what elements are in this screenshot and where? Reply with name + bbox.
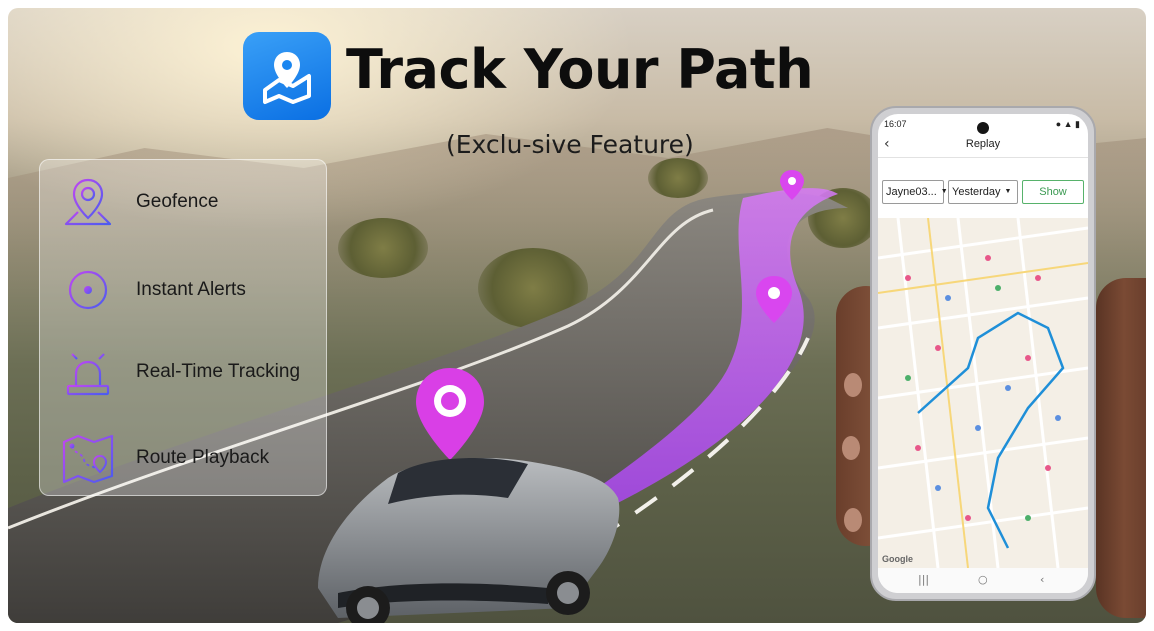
hero-banner: Track Your Path (Exclu-sive Feature) Geo… [8,8,1146,623]
crosshair-icon [64,266,112,314]
vehicle-dropdown-value: Jayne03... [886,186,937,198]
back-nav-icon[interactable]: ‹ [1040,573,1044,586]
feature-geofence: Geofence [40,172,328,232]
fingernail [844,373,862,397]
feature-label: Real-Time Tracking [136,361,301,382]
phone-screen: 16:07 ● ▲ ▮ ‹ Replay Jayne03... ▼ Yesterd… [878,114,1088,593]
route-map[interactable]: Google [878,218,1088,568]
geofence-pin-icon [64,178,112,226]
feature-route-playback: Route Playback [40,428,328,488]
app-bar: ‹ Replay [878,132,1088,158]
map-attribution: Google [882,554,913,564]
alarm-light-icon [66,348,110,396]
system-nav-bar: ||| ○ ‹ [878,568,1088,593]
status-time: 16:07 [884,119,907,129]
hand-holding-phone [1096,278,1146,618]
map-canvas [878,218,1088,568]
replay-controls: Jayne03... ▼ Yesterday ▼ Show [878,158,1088,218]
caret-down-icon: ▼ [1004,188,1012,196]
home-icon[interactable]: ○ [978,573,988,586]
route-map-icon [62,434,114,484]
recents-icon[interactable]: ||| [918,573,929,586]
show-button[interactable]: Show [1022,180,1084,204]
feature-label: Route Playback [136,447,270,468]
fingernail [842,436,860,460]
smartphone: 16:07 ● ▲ ▮ ‹ Replay Jayne03... ▼ Yesterd… [870,106,1096,601]
feature-instant-alerts: Instant Alerts [40,260,328,320]
feature-label: Geofence [136,191,219,212]
vehicle-dropdown[interactable]: Jayne03... ▼ [882,180,948,204]
page-subtitle: (Exclu-sive Feature) [446,130,694,159]
app-logo-map-pin-icon [243,32,331,120]
caret-down-icon: ▼ [940,188,948,196]
date-dropdown-value: Yesterday [952,186,1001,198]
feature-real-time-tracking: Real-Time Tracking [40,342,328,402]
fingernail [844,508,862,532]
page-title: Track Your Path [346,38,814,101]
screen-title: Replay [965,138,1001,150]
date-dropdown[interactable]: Yesterday ▼ [948,180,1018,204]
feature-label: Instant Alerts [136,279,246,300]
feature-panel: Geofence Instant Alerts Real-Time Tracki… [39,159,327,496]
status-icons: ● ▲ ▮ [1055,119,1080,129]
